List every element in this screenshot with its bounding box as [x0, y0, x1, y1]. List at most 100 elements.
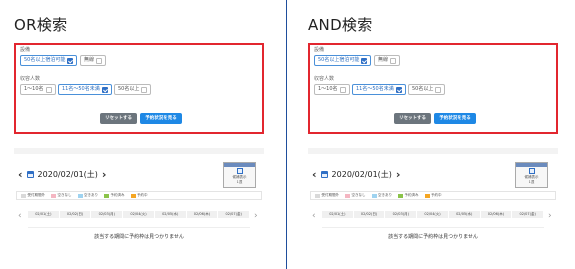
- chip-label: 11名〜50名未満: [62, 86, 100, 92]
- calendar-top-strip: [308, 148, 558, 154]
- facility-chip-wireless[interactable]: 無線: [374, 55, 401, 66]
- legend-label: 予約済み: [110, 193, 125, 197]
- empty-message: 該当する期間に予約枠は見つかりません: [388, 234, 478, 240]
- legend-item: 予約中: [424, 193, 442, 198]
- day-header: 02/04(火): [417, 211, 449, 218]
- panel-divider: [286, 0, 287, 269]
- day-row-body: [322, 218, 544, 228]
- legend-item: 受付期間外: [315, 193, 339, 198]
- facility-label: 設備: [314, 47, 325, 53]
- legend-label: 受付期間外: [27, 193, 46, 197]
- view-widget[interactable]: 候補表示 1週: [515, 162, 548, 188]
- empty-message: 該当する期間に予約枠は見つかりません: [94, 234, 184, 240]
- legend-label: 予約中: [137, 193, 148, 197]
- calendar-area: ‹ 2020/02/01(土) › 候補表示 1週 受付期間外 空きなし 空きあ…: [308, 148, 558, 269]
- calendar-icon[interactable]: [26, 170, 34, 178]
- capacity-chip-1-10[interactable]: 1〜10名: [314, 84, 350, 95]
- legend: 受付期間外 空きなし 空きあり 予約済み 予約中: [16, 191, 262, 200]
- view-availability-button[interactable]: 予約状況を見る: [434, 113, 476, 124]
- day-header: 02/07(金): [512, 211, 545, 218]
- prev-week-icon[interactable]: ‹: [18, 212, 22, 221]
- chip-label: 50名以上宿泊可能: [24, 57, 66, 63]
- capacity-label: 収容人数: [314, 76, 335, 82]
- day-header: 02/03(月): [385, 211, 418, 218]
- legend-item: 予約中: [130, 193, 148, 198]
- chip-label: 1〜10名: [318, 86, 338, 92]
- legend-item: 予約済み: [398, 193, 419, 198]
- facility-label: 設備: [20, 47, 31, 53]
- day-header: 02/01(土): [28, 211, 60, 218]
- calendar-icon[interactable]: [320, 170, 328, 178]
- filter-box: 設備 50名以上宿泊可能 無線 収容人数 1〜10名 11名〜50名未満 50名…: [14, 43, 264, 134]
- reset-button[interactable]: リセットする: [100, 113, 137, 124]
- legend-swatch: [130, 193, 136, 198]
- chip-label: 50名以上: [412, 86, 434, 92]
- day-header: 02/02(日): [59, 211, 92, 218]
- next-week-icon[interactable]: ›: [254, 212, 258, 221]
- legend-swatch: [371, 193, 377, 198]
- chip-label: 11名〜50名未満: [356, 86, 394, 92]
- checkbox-icon: [435, 86, 442, 93]
- day-header: 02/05(水): [154, 211, 187, 218]
- legend-label: 空きあり: [84, 193, 98, 197]
- calendar-area: ‹ 2020/02/01(土) › 候補表示 1週 受付期間外 空きなし 空きあ…: [14, 148, 264, 269]
- date-navigation: ‹ 2020/02/01(土) ›: [312, 168, 400, 180]
- calendar-top-strip: [14, 148, 264, 154]
- legend-item: 空きなし: [345, 193, 366, 198]
- chevron-left-icon[interactable]: ‹: [312, 169, 317, 180]
- prev-week-icon[interactable]: ‹: [312, 212, 316, 221]
- widget-select[interactable]: 1週: [224, 179, 255, 184]
- checkbox-icon: [390, 57, 397, 64]
- legend-item: 予約済み: [104, 193, 125, 198]
- checkbox-checked-icon: [101, 86, 108, 93]
- chevron-left-icon[interactable]: ‹: [18, 169, 23, 180]
- reset-button[interactable]: リセットする: [394, 113, 431, 124]
- facility-chip-50plus[interactable]: 50名以上宿泊可能: [314, 55, 372, 66]
- day-header: 02/03(月): [91, 211, 124, 218]
- legend-item: 空きなし: [51, 193, 72, 198]
- view-widget[interactable]: 候補表示 1週: [223, 162, 256, 188]
- day-header: 02/07(金): [218, 211, 251, 218]
- legend-item: 空きあり: [371, 193, 392, 198]
- checkbox-checked-icon: [67, 57, 74, 64]
- legend-swatch: [345, 193, 350, 198]
- checkbox-icon: [141, 86, 148, 93]
- legend-item: 空きあり: [77, 193, 98, 198]
- legend-label: 予約中: [431, 193, 442, 197]
- chip-label: 50名以上宿泊可能: [318, 57, 360, 63]
- legend-swatch: [51, 193, 56, 198]
- capacity-chip-50plus[interactable]: 50名以上: [114, 84, 152, 95]
- chevron-right-icon[interactable]: ›: [396, 169, 401, 180]
- checkbox-checked-icon: [361, 57, 368, 64]
- panel-heading: OR検索: [14, 16, 68, 34]
- legend-swatch: [21, 193, 26, 198]
- capacity-chip-11-50[interactable]: 11名〜50名未満: [352, 84, 406, 95]
- capacity-chip-50plus[interactable]: 50名以上: [408, 84, 446, 95]
- widget-select[interactable]: 1週: [516, 179, 547, 184]
- day-header: 02/06(木): [186, 211, 219, 218]
- current-date: 2020/02/01(土): [331, 169, 392, 179]
- current-date: 2020/02/01(土): [37, 169, 98, 179]
- legend-swatch: [104, 193, 109, 198]
- legend-swatch: [77, 193, 83, 198]
- capacity-chip-11-50[interactable]: 11名〜50名未満: [58, 84, 112, 95]
- facility-chip-50plus[interactable]: 50名以上宿泊可能: [20, 55, 78, 66]
- day-header-row: 02/01(土) 02/02(日) 02/03(月) 02/04(火) 02/0…: [322, 211, 545, 218]
- day-header-row: 02/01(土) 02/02(日) 02/03(月) 02/04(火) 02/0…: [28, 211, 251, 218]
- panel-and-search: AND検索 設備 50名以上宿泊可能 無線 収容人数 1〜10名 11名〜50名…: [308, 0, 564, 269]
- checkbox-icon: [45, 86, 52, 93]
- view-availability-button[interactable]: 予約状況を見る: [140, 113, 182, 124]
- chip-label: 無線: [84, 57, 95, 63]
- day-header: 02/06(木): [480, 211, 513, 218]
- day-header: 02/04(火): [123, 211, 155, 218]
- chevron-right-icon[interactable]: ›: [102, 169, 107, 180]
- checkbox-icon: [96, 57, 103, 64]
- facility-chip-wireless[interactable]: 無線: [80, 55, 107, 66]
- legend-swatch: [315, 193, 320, 198]
- next-week-icon[interactable]: ›: [548, 212, 552, 221]
- widget-header: [516, 163, 547, 167]
- legend-label: 予約済み: [404, 193, 419, 197]
- capacity-chip-1-10[interactable]: 1〜10名: [20, 84, 56, 95]
- day-header: 02/02(日): [353, 211, 386, 218]
- day-row-body: [28, 218, 250, 228]
